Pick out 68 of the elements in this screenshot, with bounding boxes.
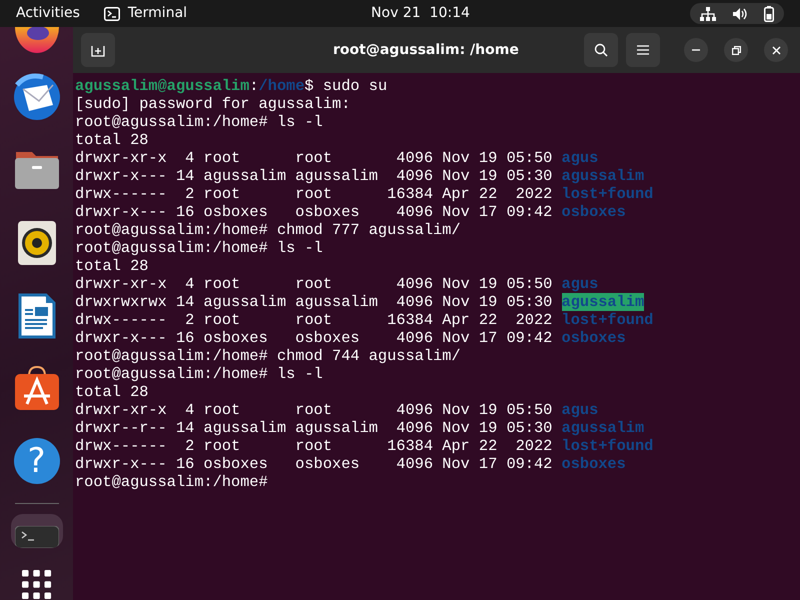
listing-details: drwxr-x--- 16 osboxes osboxes 4096 Nov 17 09:42	[75, 329, 554, 347]
terminal-line: root@agussalim:/home# chmod 777 agussalim/	[75, 221, 461, 239]
clock[interactable]: Nov 21 10:14	[371, 3, 470, 24]
command-text: $ sudo su	[304, 77, 388, 95]
terminal-line: root@agussalim:/home# ls -l	[75, 365, 323, 383]
listing-details: drwxr-xr-x 4 root root 4096 Nov 19 05:50	[75, 401, 554, 419]
listing-details: drwxr-xr-x 4 root root 4096 Nov 19 05:50	[75, 275, 554, 293]
directory-name: agussalim	[562, 167, 644, 185]
directory-name: agus	[562, 149, 598, 167]
shopping-bag-icon	[14, 366, 58, 410]
terminal-line: [sudo] password for agussalim:	[75, 95, 350, 113]
new-tab-icon	[91, 43, 105, 57]
window-title: root@agussalim: /home	[333, 40, 519, 60]
terminal-line: total 28	[75, 257, 148, 275]
system-tray[interactable]	[690, 3, 784, 24]
folder-icon	[14, 150, 60, 190]
directory-name: osboxes	[562, 329, 626, 347]
terminal-icon	[104, 6, 120, 20]
speaker-icon	[18, 220, 56, 265]
directory-name: lost+found	[562, 437, 654, 455]
app-grid-icon[interactable]	[20, 570, 52, 600]
prompt-separator: :	[249, 77, 259, 95]
prompt-path: /home	[258, 77, 305, 95]
document-icon	[18, 292, 56, 339]
terminal-line: total 28	[75, 131, 148, 149]
terminal-line: root@agussalim:/home#	[75, 473, 268, 491]
terminal-area[interactable]	[73, 73, 800, 600]
restore-button[interactable]	[724, 38, 748, 62]
listing-details: drwxr-x--- 16 osboxes osboxes 4096 Nov 17 09:42	[75, 203, 554, 221]
terminal-line: root@agussalim:/home# ls -l	[75, 239, 323, 257]
listing-details: drwxr-x--- 16 osboxes osboxes 4096 Nov 17 09:42	[75, 455, 554, 473]
close-button[interactable]	[764, 38, 788, 62]
activities-button[interactable]: Activities	[16, 3, 80, 24]
volume-icon	[732, 6, 748, 20]
battery-icon	[764, 6, 774, 22]
directory-name: lost+found	[562, 311, 654, 329]
network-icon	[700, 6, 716, 20]
search-button[interactable]	[584, 33, 618, 67]
listing-details: drwxr-xr-x 4 root root 4096 Nov 19 05:50	[75, 149, 554, 167]
app-menu[interactable]: Terminal	[128, 3, 188, 24]
mail-bird-icon	[12, 73, 60, 122]
close-icon	[772, 46, 780, 54]
browser-icon	[14, 27, 58, 53]
terminal-line: root@agussalim:/home# chmod 744 agussalim/	[75, 347, 461, 365]
listing-details: drwx------ 2 root root 16384 Apr 22 2022	[75, 437, 554, 455]
menu-icon	[637, 45, 649, 55]
listing-details: drwxr-x--- 14 agussalim agussalim 4096 Nov 19 05:30	[75, 167, 554, 185]
listing-details: drwxr--r-- 14 agussalim agussalim 4096 Nov 19 05:30	[75, 419, 554, 437]
directory-name: osboxes	[562, 203, 626, 221]
listing-details: drwx------ 2 root root 16384 Apr 22 2022	[75, 311, 554, 329]
terminal-icon	[14, 526, 58, 548]
directory-name: agus	[562, 275, 598, 293]
listing-details: drwxrwxrwx 14 agussalim agussalim 4096 Nov 19 05:30	[75, 293, 554, 311]
directory-name: lost+found	[562, 185, 654, 203]
directory-name: agussalim	[562, 293, 644, 311]
terminal-line: total 28	[75, 383, 148, 401]
listing-details: drwx------ 2 root root 16384 Apr 22 2022	[75, 185, 554, 203]
search-icon	[594, 43, 608, 57]
directory-name: agus	[562, 401, 598, 419]
new-tab-button[interactable]	[81, 33, 115, 67]
minimize-icon	[692, 49, 700, 51]
directory-name: osboxes	[562, 455, 626, 473]
minimize-button[interactable]	[684, 38, 708, 62]
prompt-user: agussalim@agussalim	[75, 77, 250, 95]
terminal-line: root@agussalim:/home# ls -l	[75, 113, 323, 131]
directory-name: agussalim	[562, 419, 644, 437]
menu-button[interactable]	[626, 33, 660, 67]
restore-icon	[732, 46, 740, 54]
